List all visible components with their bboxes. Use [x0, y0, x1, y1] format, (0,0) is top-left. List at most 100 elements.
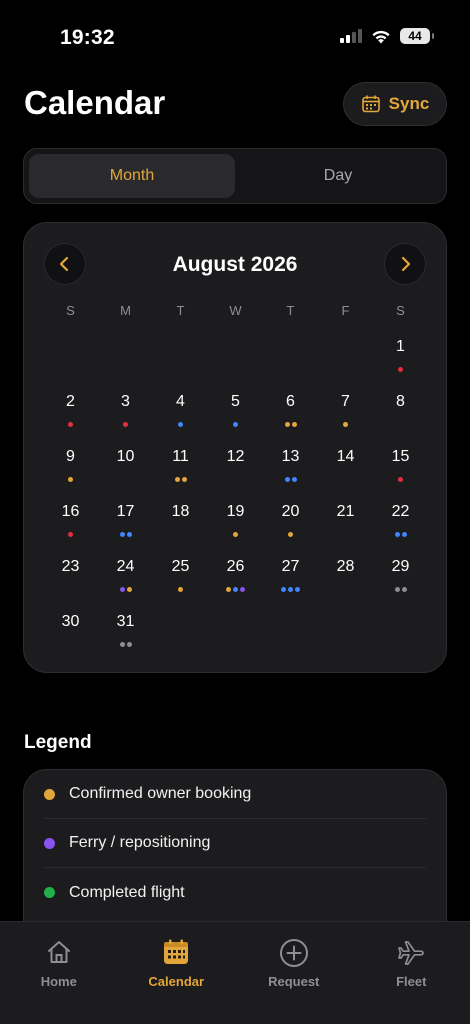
day-cell[interactable]: 2	[43, 388, 98, 443]
event-dots	[263, 477, 318, 482]
day-cell[interactable]: 21	[318, 498, 373, 553]
event-dot	[398, 477, 403, 482]
toggle-day[interactable]: Day	[235, 154, 441, 198]
day-cell[interactable]: 11	[153, 443, 208, 498]
tab-label: Request	[268, 974, 320, 989]
tab-calendar[interactable]: Calendar	[118, 922, 236, 1024]
day-number: 23	[61, 558, 80, 575]
event-dot	[126, 642, 132, 647]
toggle-month[interactable]: Month	[29, 154, 235, 198]
tab-fleet[interactable]: Fleet	[353, 922, 470, 1024]
event-dot	[343, 422, 348, 427]
tab-home[interactable]: Home	[0, 922, 118, 1024]
view-toggle: Month Day	[23, 148, 447, 204]
day-cell[interactable]: 3	[98, 388, 153, 443]
event-dot	[178, 587, 183, 592]
legend-label: Ferry / repositioning	[69, 834, 211, 851]
day-number: 9	[66, 448, 75, 465]
event-dot	[68, 477, 73, 482]
tab-request[interactable]: Request	[235, 922, 353, 1024]
day-cell[interactable]: 19	[208, 498, 263, 553]
day-number: 29	[391, 558, 410, 575]
event-dots	[153, 587, 208, 592]
event-dot	[68, 532, 73, 537]
day-cell[interactable]: 24	[98, 553, 153, 608]
day-cell[interactable]: 7	[318, 388, 373, 443]
day-cell[interactable]: 22	[373, 498, 428, 553]
event-dot	[233, 532, 238, 537]
day-number: 21	[336, 503, 355, 520]
day-cell[interactable]: 1	[373, 333, 428, 388]
day-number: 26	[226, 558, 245, 575]
day-number: 16	[61, 503, 80, 520]
day-cell[interactable]: 26	[208, 553, 263, 608]
plus-circle-icon	[279, 939, 308, 967]
day-cell[interactable]: 10	[98, 443, 153, 498]
weekday-label: T	[176, 303, 185, 318]
event-dots	[208, 587, 263, 592]
day-cell[interactable]: 16	[43, 498, 98, 553]
event-dot	[394, 532, 400, 537]
event-dots	[98, 532, 153, 537]
tab-label: Calendar	[148, 974, 205, 989]
day-number: 6	[286, 393, 295, 410]
wifi-icon	[372, 30, 390, 43]
legend-dot	[44, 887, 55, 898]
day-number: 30	[61, 613, 80, 630]
day-cell[interactable]: 5	[208, 388, 263, 443]
event-dot	[126, 587, 132, 592]
event-dot	[181, 477, 187, 482]
day-cell[interactable]: 6	[263, 388, 318, 443]
day-cell[interactable]: 12	[208, 443, 263, 498]
day-cell[interactable]: 27	[263, 553, 318, 608]
calendar-icon	[164, 939, 189, 964]
day-number: 27	[281, 558, 300, 575]
legend-label: Confirmed owner booking	[69, 785, 252, 802]
airplane-icon	[398, 941, 425, 965]
next-month-button[interactable]	[384, 243, 426, 285]
day-number: 14	[336, 448, 355, 465]
event-dots	[373, 587, 428, 592]
event-dot	[288, 532, 293, 537]
day-cell[interactable]: 31	[98, 608, 153, 663]
day-number: 13	[281, 448, 300, 465]
day-cell[interactable]: 9	[43, 443, 98, 498]
day-cell[interactable]: 15	[373, 443, 428, 498]
weekday-label: T	[286, 303, 295, 318]
day-cell[interactable]: 28	[318, 553, 373, 608]
day-number: 24	[116, 558, 135, 575]
event-dot	[401, 587, 407, 592]
day-cell[interactable]: 29	[373, 553, 428, 608]
day-cell[interactable]: 8	[373, 388, 428, 443]
event-dots	[43, 477, 98, 482]
legend-item: Completed flight	[44, 868, 426, 917]
day-number: 4	[176, 393, 185, 410]
sync-button[interactable]: Sync	[343, 82, 447, 126]
day-number: 19	[226, 503, 245, 520]
event-dot	[295, 587, 300, 592]
day-cell[interactable]: 4	[153, 388, 208, 443]
day-grid: 1 2 3 4 5 6 7 8 9 10 11 12 13 14 15 16 17 18 19 20 21 22 23 24 2…	[43, 333, 428, 663]
day-cell[interactable]: 17	[98, 498, 153, 553]
event-dots	[263, 422, 318, 427]
day-cell[interactable]: 30	[43, 608, 98, 663]
day-cell[interactable]: 20	[263, 498, 318, 553]
cellular-signal-icon	[340, 29, 362, 43]
day-number: 2	[66, 393, 75, 410]
day-number: 1	[396, 338, 405, 355]
tab-bar: Home Calendar Request Fleet	[0, 921, 470, 1024]
event-dots	[263, 587, 318, 592]
empty-day-cell	[263, 333, 318, 388]
weekday-label: W	[229, 303, 242, 318]
day-number: 7	[341, 393, 350, 410]
day-number: 22	[391, 503, 410, 520]
day-cell[interactable]: 13	[263, 443, 318, 498]
event-dots	[43, 532, 98, 537]
event-dot	[284, 477, 290, 482]
day-number: 31	[116, 613, 135, 630]
day-cell[interactable]: 25	[153, 553, 208, 608]
day-cell[interactable]: 23	[43, 553, 98, 608]
event-dot	[123, 422, 128, 427]
day-cell[interactable]: 14	[318, 443, 373, 498]
day-cell[interactable]: 18	[153, 498, 208, 553]
